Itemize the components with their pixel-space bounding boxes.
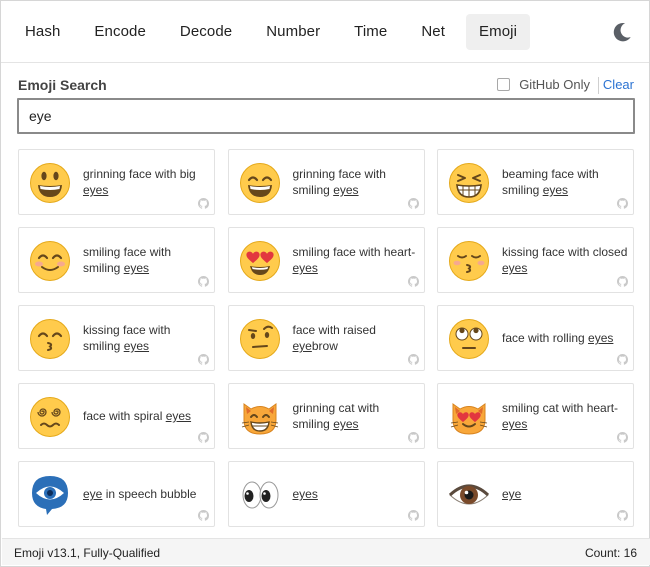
emoji-card[interactable]: smiling face with smiling eyes [18, 227, 215, 293]
github-icon [198, 354, 209, 365]
emoji-name: grinning face with smiling eyes [292, 167, 386, 197]
grinning-face-with-big-eyes-icon [30, 163, 70, 203]
emoji-card[interactable]: face with spiral eyes [18, 383, 215, 449]
emoji-card[interactable]: eye in speech bubble [18, 461, 215, 527]
github-icon [407, 354, 419, 365]
github-icon [617, 432, 628, 443]
top-nav: Hash Encode Decode Number Time Net Emoji [1, 1, 649, 63]
divider [598, 77, 599, 94]
emoji-name: smiling cat with heart-eyes [502, 401, 619, 431]
face-with-raised-eyebrow-icon [239, 319, 280, 359]
tab-decode[interactable]: Decode [167, 14, 245, 50]
match-highlight: eye [83, 487, 103, 501]
emoji-card[interactable]: grinning face with big eyes [18, 149, 215, 215]
search-title: Emoji Search [18, 77, 107, 93]
kissing-face-with-smiling-eyes-icon [30, 319, 70, 359]
github-only-label: GitHub Only [519, 77, 590, 92]
emoji-card[interactable]: beaming face with smiling eyes [437, 149, 634, 215]
github-icon [617, 510, 628, 521]
match-highlight: eyes [123, 261, 150, 275]
grinning-face-with-smiling-eyes-icon [239, 163, 280, 203]
face-with-rolling-eyes-icon [449, 319, 489, 359]
smiling-face-with-smiling-eyes-icon [30, 241, 70, 281]
emoji-name: kissing face with smiling eyes [83, 323, 171, 353]
clear-button[interactable]: Clear [603, 77, 634, 92]
emoji-name: grinning face with big eyes [83, 167, 196, 197]
emoji-card[interactable]: grinning face with smiling eyes [227, 149, 425, 215]
emoji-version: Emoji v13.1, Fully-Qualified [14, 546, 161, 560]
match-highlight: eye [502, 487, 522, 501]
moon-icon[interactable] [611, 21, 633, 43]
eyes-icon [242, 481, 278, 509]
tab-net[interactable]: Net [408, 14, 458, 50]
face-with-spiral-eyes-icon [30, 397, 70, 437]
match-highlight: eyes [333, 183, 359, 197]
emoji-name: smiling face with smiling eyes [83, 245, 172, 275]
emoji-name: face with spiral eyes [83, 409, 192, 423]
github-icon [198, 432, 209, 443]
github-icon [198, 510, 209, 521]
tab-emoji[interactable]: Emoji [466, 13, 531, 50]
tab-encode[interactable]: Encode [81, 14, 158, 50]
match-highlight: eyes [502, 417, 528, 431]
beaming-face-with-smiling-eyes-icon [449, 163, 489, 203]
smiling-face-with-heart-eyes-icon [239, 241, 280, 281]
github-icon [198, 276, 209, 287]
eye-in-speech-bubble-icon [32, 476, 68, 515]
github-icon [198, 198, 209, 209]
grinning-cat-with-smiling-eyes-icon [241, 403, 278, 435]
emoji-card[interactable]: grinning cat with smiling eyes [227, 383, 425, 449]
emoji-search-input[interactable] [17, 98, 635, 134]
match-highlight: eye [292, 339, 312, 353]
emoji-name: eye in speech bubble [83, 487, 197, 501]
result-count: Count: 16 [584, 546, 637, 560]
github-icon [617, 276, 628, 287]
emoji-card[interactable]: smiling face with heart-eyes [227, 227, 425, 293]
match-highlight: eyes [588, 331, 614, 345]
emoji-card[interactable]: face with raised eyebrow [227, 305, 425, 371]
match-highlight: eyes [292, 261, 318, 275]
kissing-face-with-closed-eyes-icon [449, 241, 489, 281]
github-icon [407, 276, 419, 287]
github-icon [407, 432, 419, 443]
tab-number[interactable]: Number [253, 14, 333, 50]
emoji-name: eyes [293, 462, 419, 526]
github-only-checkbox[interactable] [497, 78, 511, 91]
emoji-name: kissing face with closed eyes [502, 245, 628, 275]
tab-time[interactable]: Time [341, 14, 400, 50]
github-icon [407, 510, 419, 521]
github-only-toggle[interactable]: GitHub Only [497, 77, 590, 92]
emoji-name: beaming face with smiling eyes [502, 167, 599, 197]
emoji-name: smiling face with heart-eyes [292, 245, 416, 275]
match-highlight: eyes [333, 417, 359, 431]
search-header: Emoji Search GitHub Only Clear [18, 76, 634, 96]
emoji-name: grinning cat with smiling eyes [292, 401, 380, 431]
match-highlight: eyes [165, 409, 192, 423]
github-icon [617, 198, 628, 209]
app-window: Hash Encode Decode Number Time Net Emoji… [0, 0, 650, 567]
emoji-card[interactable]: kissing face with closed eyes [437, 227, 634, 293]
eye-icon [448, 484, 490, 505]
status-bar: Emoji v13.1, Fully-Qualified Count: 16 [2, 538, 650, 565]
github-icon [617, 354, 628, 365]
match-highlight: eyes [83, 183, 109, 197]
emoji-card[interactable]: face with rolling eyes [437, 305, 634, 371]
match-highlight: eyes [542, 183, 569, 197]
smiling-cat-with-heart-eyes-icon [450, 403, 488, 435]
match-highlight: eyes [292, 487, 318, 501]
emoji-name: eye [502, 462, 628, 526]
emoji-card[interactable]: kissing face with smiling eyes [18, 305, 215, 371]
emoji-card[interactable]: smiling cat with heart-eyes [437, 383, 634, 449]
emoji-card[interactable]: eyes [227, 461, 425, 527]
emoji-card[interactable]: eye [437, 461, 634, 527]
emoji-name: face with raised eyebrow [292, 323, 376, 353]
tab-hash[interactable]: Hash [12, 14, 73, 50]
emoji-name: face with rolling eyes [502, 331, 614, 345]
github-icon [407, 198, 419, 209]
match-highlight: eyes [502, 261, 528, 275]
match-highlight: eyes [123, 339, 150, 353]
